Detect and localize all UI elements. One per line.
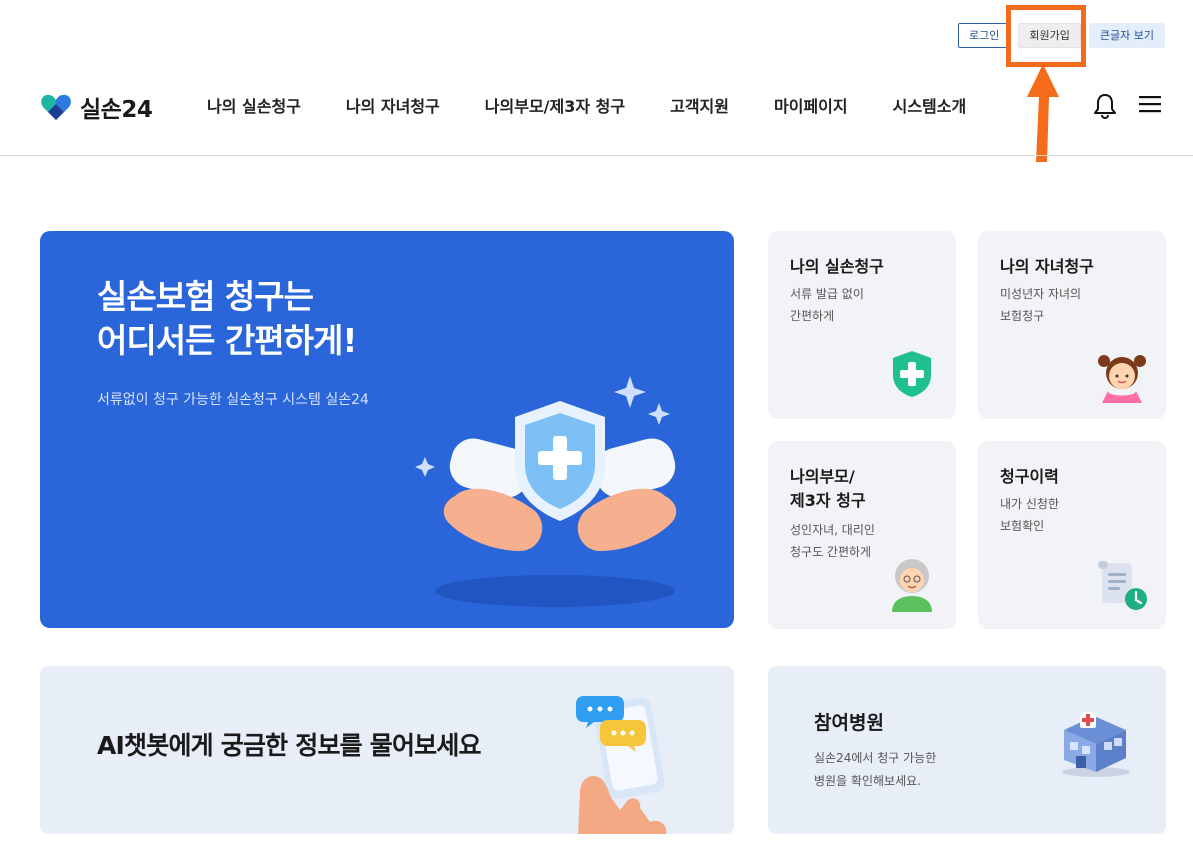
logo-text: 실손24 [80,97,153,123]
card-title: 청구이력 [1000,467,1059,486]
card-parent-claim[interactable]: 나의부모/ 제3자 청구 성인자녀, 대리인 청구도 간편하게 [768,441,956,629]
phone-chat-illustration [576,696,667,834]
hero-banner: 실손보험 청구는 어디서든 간편하게! 서류없이 청구 가능한 실손청구 시스템… [40,231,734,628]
card-title: 나의부모/ 제3자 청구 [790,467,866,510]
hospital-building-icon [1062,712,1130,777]
hero-title: 실손보험 청구는 어디서든 간편하게! [97,277,357,360]
document-clock-icon [1098,561,1147,610]
main-nav: 나의 실손청구 나의 자녀청구 나의부모/제3자 청구 고객지원 마이페이지 시… [207,93,1011,117]
signup-highlight-box [1006,5,1086,67]
hamburger-menu-icon[interactable] [1139,94,1161,114]
card-child-claim[interactable]: 나의 자녀청구 미성년자 자녀의 보험청구 [978,231,1166,419]
participating-hospitals-card[interactable]: 참여병원 실손24에서 청구 가능한 병원을 확인해보세요. [768,666,1166,834]
card-title: 나의 실손청구 [790,257,884,276]
hospital-desc: 실손24에서 청구 가능한 병원을 확인해보세요. [814,751,937,788]
nav-item-child-claim[interactable]: 나의 자녀청구 [346,93,440,117]
nav-item-parent-claim[interactable]: 나의부모/제3자 청구 [485,93,625,117]
login-button[interactable]: 로그인 [958,23,1011,48]
ai-chatbot-banner[interactable]: AI챗봇에게 궁금한 정보를 물어보세요 [40,666,734,834]
logo[interactable]: 실손24 [40,90,153,124]
card-claim-history[interactable]: 청구이력 내가 신청한 보험확인 [978,441,1166,629]
grandparent-icon [892,559,932,612]
card-desc: 미성년자 자녀의 보험청구 [1000,287,1082,323]
card-my-claim[interactable]: 나의 실손청구 서류 발급 없이 간편하게 [768,231,956,419]
nav-item-my-claim[interactable]: 나의 실손청구 [207,93,301,117]
nav-item-mypage[interactable]: 마이페이지 [774,93,848,117]
card-desc: 서류 발급 없이 간편하게 [790,287,864,323]
large-text-button[interactable]: 큰글자 보기 [1088,23,1165,48]
shield-plus-icon [893,351,931,397]
nav-item-support[interactable]: 고객지원 [670,93,729,117]
child-icon [1098,355,1146,403]
card-desc: 내가 신청한 보험확인 [1000,497,1060,533]
nav-item-system-intro[interactable]: 시스템소개 [893,93,967,117]
card-title: 나의 자녀청구 [1000,257,1094,276]
card-desc: 성인자녀, 대리인 청구도 간편하게 [790,523,875,559]
header: 실손24 나의 실손청구 나의 자녀청구 나의부모/제3자 청구 고객지원 마이… [0,70,1193,156]
ai-chatbot-text: AI챗봇에게 궁금한 정보를 물어보세요 [97,731,482,760]
shield-hands-illustration [415,376,677,607]
hero-subtitle: 서류없이 청구 가능한 실손청구 시스템 실손24 [97,392,369,408]
heart-logo-icon [41,94,71,120]
hospital-title: 참여병원 [814,712,884,734]
bell-icon[interactable] [1092,92,1118,120]
